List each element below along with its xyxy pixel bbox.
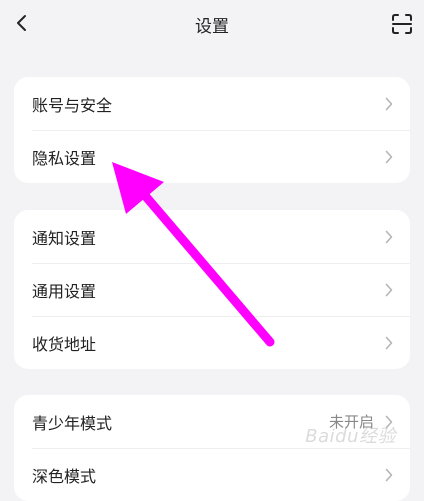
page-title: 设置 [195,17,229,37]
scan-button[interactable] [390,12,414,36]
settings-item-shipping-address[interactable]: 收货地址 [14,316,410,369]
chevron-right-icon [384,230,394,244]
settings-group-general: 通知设置 通用设置 收货地址 [14,210,410,369]
settings-item-label: 通知设置 [32,228,97,248]
settings-item-notifications[interactable]: 通知设置 [14,210,410,263]
settings-item-label: 青少年模式 [32,413,113,433]
settings-item-label: 账号与安全 [32,95,113,115]
scan-icon [392,14,412,34]
chevron-right-icon [384,150,394,164]
settings-item-general[interactable]: 通用设置 [14,263,410,316]
watermark: Baidu经验 [305,426,396,447]
settings-group-modes: 青少年模式 未开启 深色模式 [14,395,410,501]
settings-item-label: 收货地址 [32,334,97,354]
header: 设置 [0,0,424,50]
settings-item-label: 隐私设置 [32,148,97,168]
settings-group-account: 账号与安全 隐私设置 [14,77,410,183]
settings-item-privacy[interactable]: 隐私设置 [14,130,410,183]
settings-item-label: 通用设置 [32,281,97,301]
chevron-right-icon [384,97,394,111]
chevron-right-icon [384,283,394,297]
settings-item-account-security[interactable]: 账号与安全 [14,77,410,130]
chevron-right-icon [384,336,394,350]
settings-item-label: 深色模式 [32,466,97,486]
settings-item-dark-mode[interactable]: 深色模式 [14,448,410,501]
